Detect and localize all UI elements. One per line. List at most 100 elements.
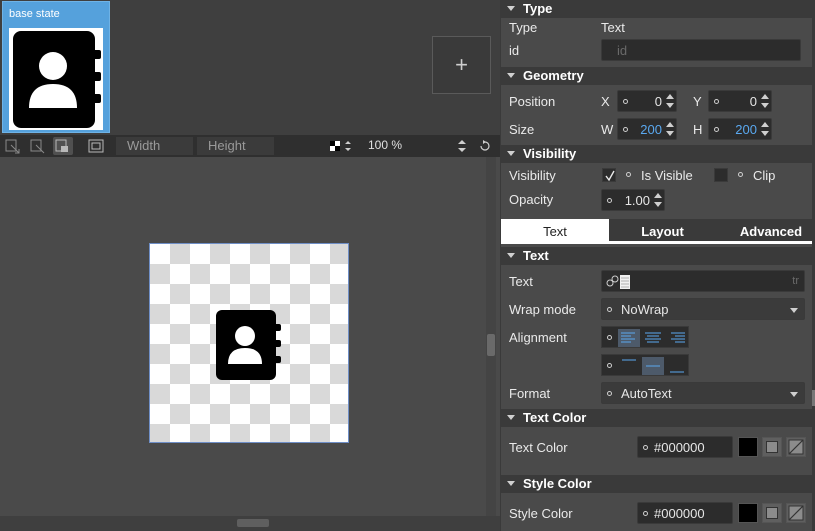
- canvas-vertical-scrollbar[interactable]: [486, 157, 496, 516]
- text-color-swatch[interactable]: [738, 437, 758, 457]
- type-label: Type: [509, 20, 538, 35]
- y-spinbox[interactable]: 0: [708, 90, 772, 112]
- y-spin-arrows[interactable]: [761, 93, 769, 109]
- add-state-button[interactable]: +: [432, 36, 491, 94]
- align-left-icon[interactable]: [618, 329, 640, 347]
- tab-underline: [609, 241, 812, 244]
- size-label: Size: [509, 122, 535, 137]
- height-value: 200: [735, 122, 757, 137]
- y-label: Y: [693, 94, 702, 109]
- contact-book-icon: [9, 28, 103, 130]
- style-color-field[interactable]: #000000: [637, 502, 733, 524]
- x-spin-arrows[interactable]: [666, 93, 674, 109]
- canvas-vertical-scroll-thumb[interactable]: [487, 334, 495, 356]
- form-editor-canvas[interactable]: [0, 157, 500, 516]
- style-color-editor-button[interactable]: [762, 503, 782, 523]
- wrap-mode-dropdown[interactable]: NoWrap: [601, 298, 805, 320]
- visibility-label: Visibility: [509, 168, 556, 183]
- text-item-bounds[interactable]: [149, 243, 349, 443]
- is-visible-checkbox[interactable]: [602, 168, 616, 182]
- align-right-icon[interactable]: [666, 329, 688, 347]
- x-spinbox[interactable]: 0: [617, 90, 677, 112]
- h-label: H: [693, 122, 703, 137]
- vertical-alignment-group: [601, 354, 689, 376]
- wrap-mode-value: NoWrap: [621, 302, 669, 317]
- canvas-toolbar: Width Height 100 %: [0, 135, 500, 157]
- qt-design-studio-window: base state + Width Height 100 % Type Typ…: [0, 0, 815, 531]
- format-binding-dot[interactable]: [607, 391, 612, 396]
- y-binding-dot[interactable]: [714, 99, 719, 104]
- is-visible-binding-dot[interactable]: [626, 172, 631, 177]
- reset-zoom-icon[interactable]: [478, 139, 492, 153]
- canvas-width-field[interactable]: Width: [116, 137, 193, 155]
- text-color-section-header[interactable]: Text Color: [501, 409, 812, 427]
- text-color-field[interactable]: #000000: [637, 436, 733, 458]
- position-label: Position: [509, 94, 556, 109]
- v-align-binding-dot[interactable]: [607, 363, 612, 368]
- opacity-spinbox[interactable]: 1.00: [601, 189, 665, 211]
- chevron-down-icon: [790, 392, 798, 397]
- type-value: Text: [601, 20, 625, 35]
- tab-text[interactable]: Text: [501, 219, 609, 244]
- text-color-label: Text Color: [509, 440, 568, 455]
- id-label: id: [509, 43, 520, 58]
- clip-binding-dot[interactable]: [738, 172, 743, 177]
- id-placeholder: id: [617, 43, 628, 58]
- height-spinbox[interactable]: 200: [708, 118, 772, 140]
- wrap-mode-binding-dot[interactable]: [607, 307, 612, 312]
- opacity-label: Opacity: [509, 192, 554, 207]
- style-color-label: Style Color: [509, 506, 573, 521]
- snap-tool-icon[interactable]: [28, 137, 48, 155]
- w-label: W: [601, 122, 614, 137]
- alignment-label: Alignment: [509, 330, 567, 345]
- wrap-mode-label: Wrap mode: [509, 302, 576, 317]
- style-color-section-header[interactable]: Style Color: [501, 475, 812, 493]
- zoom-spinner-icon[interactable]: [457, 139, 467, 153]
- h-align-binding-dot[interactable]: [607, 335, 612, 340]
- clip-checkbox[interactable]: [714, 168, 728, 182]
- color-editor-button[interactable]: [762, 437, 782, 457]
- type-section-header[interactable]: Type: [501, 0, 812, 18]
- text-section-header[interactable]: Text: [501, 247, 812, 265]
- text-color-binding-dot[interactable]: [643, 445, 648, 450]
- canvas-horizontal-scroll-thumb[interactable]: [237, 519, 269, 527]
- link-icon[interactable]: [605, 274, 631, 290]
- background-toggle-icon[interactable]: [330, 139, 352, 153]
- layout-tool-icon[interactable]: [53, 137, 73, 155]
- width-binding-dot[interactable]: [623, 127, 628, 132]
- is-visible-label: Is Visible: [641, 168, 693, 183]
- canvas-horizontal-scrollbar[interactable]: [0, 516, 500, 531]
- align-bottom-icon[interactable]: [666, 357, 688, 375]
- align-center-icon[interactable]: [642, 329, 664, 347]
- horizontal-alignment-group: [601, 326, 689, 348]
- style-color-value: #000000: [654, 506, 705, 521]
- height-binding-dot[interactable]: [714, 127, 719, 132]
- contact-book-icon: [216, 310, 281, 380]
- opacity-spin-arrows[interactable]: [654, 192, 662, 208]
- transparent-color-button[interactable]: [786, 437, 806, 457]
- text-color-value: #000000: [654, 440, 705, 455]
- align-vcenter-icon[interactable]: [642, 357, 664, 375]
- id-field[interactable]: id: [601, 39, 801, 61]
- style-color-binding-dot[interactable]: [643, 511, 648, 516]
- format-label: Format: [509, 386, 551, 401]
- style-color-swatch[interactable]: [738, 503, 758, 523]
- translate-toggle[interactable]: tr: [792, 275, 799, 287]
- text-field[interactable]: tr: [601, 270, 805, 292]
- opacity-binding-dot[interactable]: [607, 198, 612, 203]
- geometry-section-header[interactable]: Geometry: [501, 67, 812, 85]
- base-state-card[interactable]: base state: [2, 1, 110, 133]
- visibility-section-header[interactable]: Visibility: [501, 145, 812, 163]
- boundary-tool-icon[interactable]: [86, 137, 106, 155]
- y-value: 0: [749, 94, 757, 109]
- style-transparent-color-button[interactable]: [786, 503, 806, 523]
- format-dropdown[interactable]: AutoText: [601, 382, 805, 404]
- align-top-icon[interactable]: [618, 357, 640, 375]
- width-spin-arrows[interactable]: [666, 121, 674, 137]
- height-spin-arrows[interactable]: [761, 121, 769, 137]
- x-binding-dot[interactable]: [623, 99, 628, 104]
- x-value: 0: [654, 94, 662, 109]
- canvas-height-field[interactable]: Height: [197, 137, 274, 155]
- width-spinbox[interactable]: 200: [617, 118, 677, 140]
- anchor-tool-icon[interactable]: [3, 137, 23, 155]
